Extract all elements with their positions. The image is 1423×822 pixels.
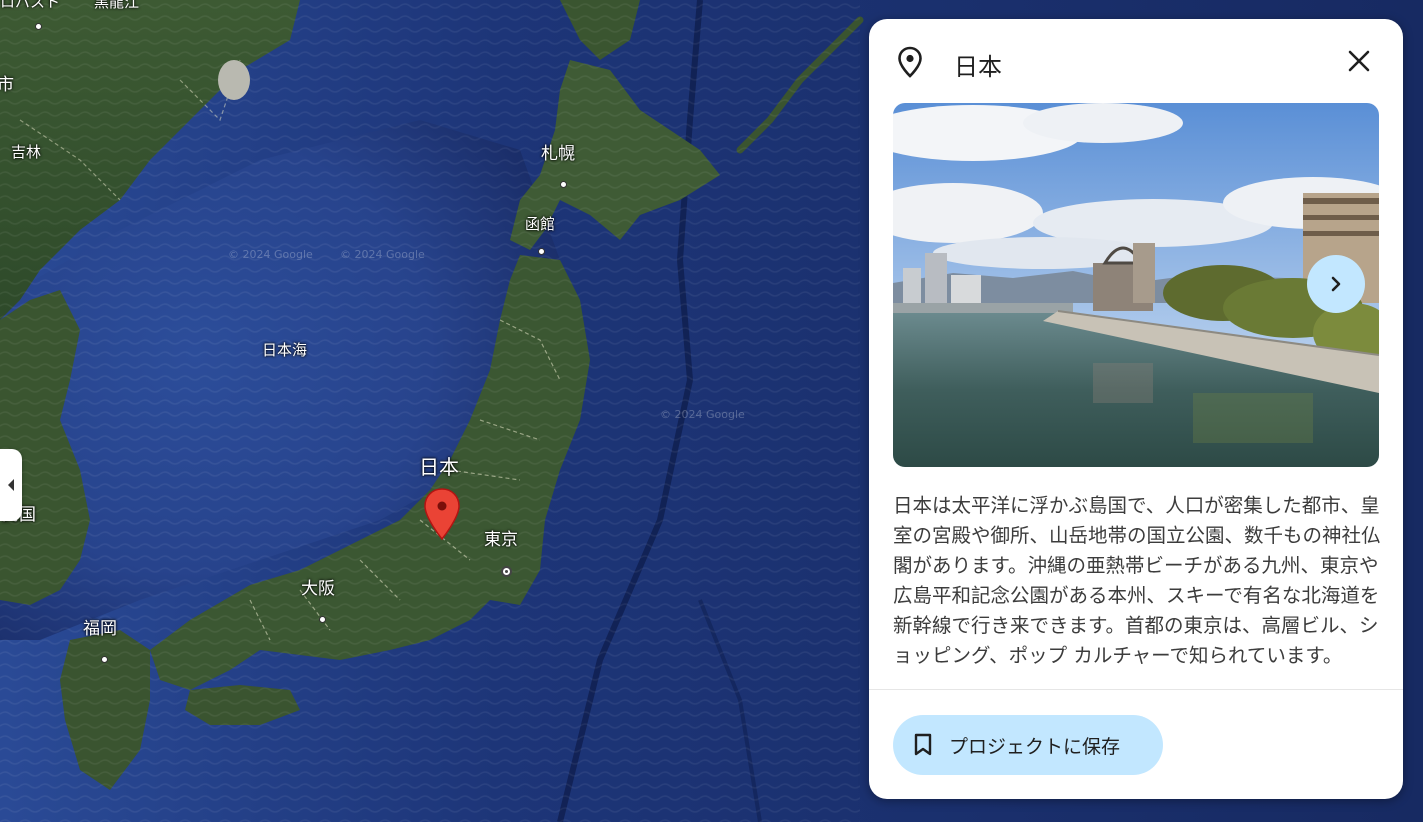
map-watermark: © 2024 Google [660, 408, 745, 421]
map-label-city-partial: 市 [0, 75, 14, 95]
close-button[interactable] [1341, 43, 1377, 79]
map-watermark: © 2024 Google [228, 248, 313, 261]
city-dot-hakodate[interactable] [538, 248, 545, 255]
bookmark-icon [914, 733, 932, 756]
city-dot-osaka[interactable] [319, 616, 326, 623]
place-info-panel: 日本 日本は太平洋に浮かぶ島国で、人口が密集した都市、皇室の宮殿や御所、山岳地帯… [869, 19, 1403, 799]
map-label-fragment: ロバスト [0, 0, 61, 11]
map-label-jilin: 吉林 [11, 143, 42, 161]
place-photo[interactable] [893, 103, 1379, 467]
map-label-tokyo[interactable]: 東京 [484, 525, 518, 550]
panel-header: 日本 [869, 19, 1403, 103]
map-label-sapporo[interactable]: 札幌 [541, 139, 575, 164]
description-fade [869, 671, 1403, 689]
city-dot-fukuoka[interactable] [101, 656, 108, 663]
red-map-pin-icon[interactable] [423, 487, 461, 541]
map-label-fukuoka[interactable]: 福岡 [83, 614, 117, 639]
city-marker-tokyo[interactable] [501, 566, 512, 577]
save-to-project-button[interactable]: プロジェクトに保存 [893, 715, 1163, 775]
city-dot-sapporo[interactable] [560, 181, 567, 188]
panel-title: 日本 [954, 53, 1002, 81]
save-to-project-label: プロジェクトに保存 [949, 735, 1121, 758]
side-panel-toggle-button[interactable] [0, 449, 22, 521]
chevron-right-icon [1331, 276, 1341, 292]
city-dot-jilin [35, 23, 42, 30]
location-pin-icon [898, 46, 922, 78]
next-photo-button[interactable] [1307, 255, 1365, 313]
map-watermark: © 2024 Google [340, 248, 425, 261]
map-label-japan[interactable]: 日本 [419, 451, 459, 480]
place-description: 日本は太平洋に浮かぶ島国で、人口が密集した都市、皇室の宮殿や御所、山岳地帯の国立… [893, 494, 1381, 667]
triangle-left-icon [8, 479, 14, 491]
footer-divider [869, 689, 1403, 690]
map-label-fragment: 黒龍江 [94, 0, 140, 11]
close-icon [1348, 50, 1370, 72]
map-label-hakodate[interactable]: 函館 [525, 213, 555, 234]
map-label-sea-of-japan: 日本海 [262, 341, 308, 359]
map-label-osaka[interactable]: 大阪 [301, 574, 335, 599]
